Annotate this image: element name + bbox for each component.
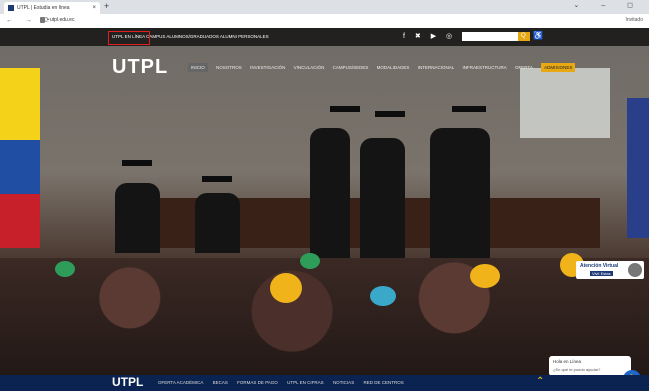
chat-message-text: ¿En qué te puedo ayudar? (553, 367, 601, 372)
favicon (8, 5, 14, 11)
site-logo[interactable]: UTPL (112, 56, 168, 79)
chat-message-title: Hola en Línea (553, 359, 582, 364)
bottom-link[interactable]: UTPL EN CIFRAS (287, 380, 324, 385)
new-tab-button[interactable]: + (104, 1, 109, 11)
accessibility-icon[interactable]: ♿ (533, 31, 543, 40)
graduate-figure (115, 183, 160, 253)
bottom-link[interactable]: FORMAS DE PAGO (237, 380, 278, 385)
chat-widget[interactable]: Atención Virtual Vivi! Estas (576, 261, 644, 279)
tassel (300, 253, 320, 269)
menu-item-campus[interactable]: CAMPUS/SEDES (333, 65, 369, 70)
chat-subtitle: Vivi! Estas (590, 271, 613, 276)
lock-icon (40, 17, 45, 23)
avatar (628, 263, 642, 277)
graduate-figure (310, 128, 350, 258)
menu-item-infraestructura[interactable]: INFRAESTRUCTURA (462, 65, 506, 70)
ecuador-flag (0, 68, 40, 248)
utility-bar: UTPL EN LÍNEA CAMPUS ALUMNOS/GRADUADOS A… (0, 28, 649, 46)
tassel (55, 261, 75, 277)
mortarboard (202, 176, 232, 182)
mortarboard (330, 106, 360, 112)
menu-item-admisiones[interactable]: ADMISIONES (541, 63, 576, 72)
menu-item-investigacion[interactable]: INVESTIGACIÓN (250, 65, 285, 70)
tassel (370, 286, 396, 306)
graduate-figure (430, 128, 490, 258)
url-field[interactable]: utpl.edu.ec (50, 17, 74, 23)
bottom-link[interactable]: RED DE CENTROS (363, 380, 403, 385)
search-input[interactable] (462, 32, 518, 41)
bottom-link[interactable]: NOTICIAS (333, 380, 354, 385)
bottom-bar: UTPL OFERTA ACADÉMICA BECAS FORMAS DE PA… (0, 375, 649, 391)
profile-button[interactable]: Invitado (625, 17, 643, 23)
tab-title: UTPL | Estudia en línea (17, 5, 70, 11)
highlight-box (108, 31, 150, 45)
browser-tabstrip: UTPL | Estudia en línea × + ⌄ – ◻ (0, 0, 649, 14)
mortarboard (452, 106, 486, 112)
tassel (470, 264, 500, 288)
mortarboard (375, 111, 405, 117)
bottom-logo[interactable]: UTPL (112, 375, 143, 389)
menu-item-internacional[interactable]: INTERNACIONAL (418, 65, 455, 70)
bottom-link[interactable]: BECAS (213, 380, 228, 385)
main-menu: INICIO NOSOTROS INVESTIGACIÓN VINCULACIÓ… (188, 63, 582, 72)
menu-item-vinculacion[interactable]: VINCULACIÓN (294, 65, 325, 70)
nav-buttons[interactable]: ← → ⟳ (6, 16, 55, 24)
menu-item-nosotros[interactable]: NOSOTROS (216, 65, 242, 70)
menu-item-modalidades[interactable]: MODALIDADES (377, 65, 410, 70)
close-icon[interactable]: × (92, 2, 96, 14)
browser-tab[interactable]: UTPL | Estudia en línea × (4, 2, 100, 14)
menu-item-oferta[interactable]: OFERTA (515, 65, 533, 70)
page: UTPL EN LÍNEA CAMPUS ALUMNOS/GRADUADOS A… (0, 28, 649, 391)
bottom-link[interactable]: OFERTA ACADÉMICA (158, 380, 203, 385)
graduate-figure (360, 138, 405, 258)
search-icon: Q (521, 33, 526, 39)
bottom-links: OFERTA ACADÉMICA BECAS FORMAS DE PAGO UT… (158, 380, 412, 385)
chat-message[interactable]: Hola en Línea ¿En qué te puedo ayudar? (549, 356, 631, 376)
projector-screen (520, 68, 610, 138)
chat-title: Atención Virtual (580, 263, 619, 269)
menu-item-inicio[interactable]: INICIO (188, 63, 208, 72)
address-bar: ← → ⟳ utpl.edu.ec Invitado (0, 14, 649, 29)
chevron-up-icon[interactable]: ⌃ (536, 376, 544, 387)
window-controls[interactable]: ⌄ – ◻ (574, 1, 643, 9)
search-button[interactable]: Q (518, 32, 530, 41)
mortarboard (122, 160, 152, 166)
tassel (270, 273, 302, 303)
right-flag (627, 98, 649, 238)
graduate-figure (195, 193, 240, 253)
